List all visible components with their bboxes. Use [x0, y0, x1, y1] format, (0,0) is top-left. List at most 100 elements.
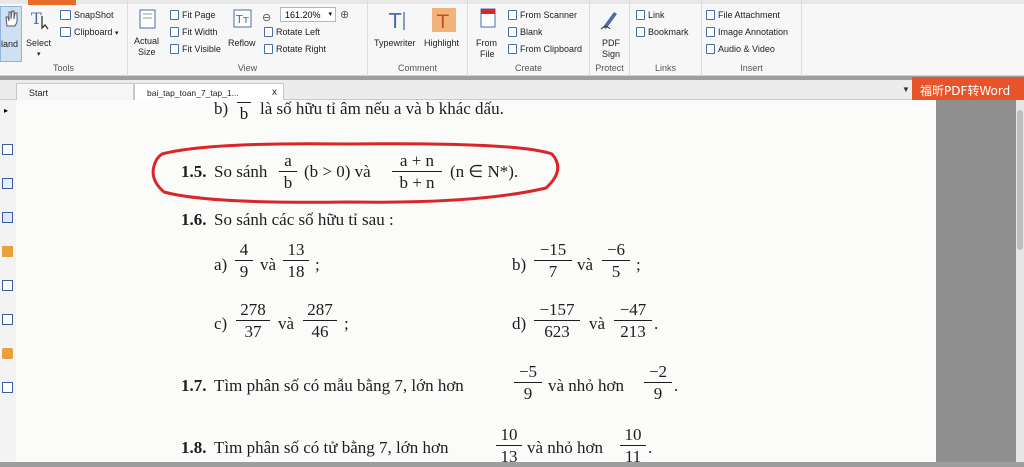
file-attachment-button[interactable]: File Attachment [706, 10, 780, 20]
file-attachment-label: File Attachment [718, 10, 781, 20]
snapshot-label: SnapShot [74, 10, 114, 20]
audio-video-button[interactable]: Audio & Video [706, 44, 775, 54]
comments-icon[interactable] [2, 246, 13, 257]
highlight-label: Highlight [424, 38, 460, 48]
from-scanner-label: From Scanner [520, 10, 578, 20]
actual-size-button[interactable]: Actual Size [132, 6, 162, 62]
link-button[interactable]: Link [636, 10, 665, 20]
layers-icon[interactable] [2, 212, 13, 223]
security-icon[interactable] [2, 348, 13, 359]
chevron-down-icon[interactable]: ▼ [902, 85, 910, 94]
rotate-left-icon [264, 27, 273, 37]
snapshot-button[interactable]: SnapShot [60, 10, 114, 20]
clipboard-button[interactable]: Clipboard ▾ [60, 27, 119, 37]
typewriter-label: Typewriter [374, 38, 416, 48]
pdf-page: b) b là số hữu tỉ âm nếu a và b khác dấu… [16, 99, 936, 466]
fraction-numerator: −2 [644, 362, 672, 383]
chevron-down-icon[interactable]: ▾ [328, 10, 332, 18]
zoom-input[interactable]: 161.20% ▾ [280, 7, 336, 22]
from-file-button[interactable]: From File [472, 6, 502, 62]
typewriter-button[interactable]: T Typewriter [372, 6, 424, 62]
fraction-denominator: 5 [611, 262, 621, 281]
zoom-out-icon[interactable]: ⊖ [262, 8, 271, 26]
fraction-denominator: 9 [523, 384, 533, 403]
exercise-number: 1.8. [181, 438, 207, 457]
body-text: (n ∈ N*). [450, 162, 519, 181]
fraction-denominator: 11 [624, 447, 642, 466]
item-label: d) [512, 314, 527, 333]
bookmarks-icon[interactable] [2, 178, 13, 189]
pdf-sign-button[interactable]: PDF Sign [594, 6, 626, 62]
rotate-left-button[interactable]: Rotate Left [264, 27, 320, 37]
rotate-left-label: Rotate Left [276, 27, 321, 37]
fraction-numerator: 13 [283, 240, 309, 261]
actual-size-label-2: Size [138, 47, 156, 57]
image-annotation-button[interactable]: Image Annotation [706, 27, 788, 37]
rotate-right-label: Rotate Right [276, 44, 327, 54]
fit-page-label: Fit Page [182, 10, 216, 20]
typewriter-icon: T [388, 9, 405, 32]
fraction: −2 9 [644, 362, 672, 404]
from-scanner-button[interactable]: From Scanner [508, 10, 577, 20]
highlight-icon: T [432, 8, 456, 32]
body-text: và nhỏ hơn [548, 376, 625, 395]
fraction: 13 18 [283, 240, 309, 282]
clipboard-icon [508, 44, 517, 54]
protect-group: PDF Sign Protect [590, 0, 630, 76]
from-file-icon [480, 8, 496, 28]
item-label: a) [214, 255, 228, 274]
from-clipboard-button[interactable]: From Clipboard [508, 44, 582, 54]
fit-visible-label: Fit Visible [182, 44, 221, 54]
item-label: b) [512, 255, 527, 274]
fit-page-button[interactable]: Fit Page [170, 10, 216, 20]
punctuation: ; [315, 255, 320, 274]
hand-tool-button[interactable]: land [0, 6, 22, 62]
select-button[interactable]: T Select ▾ [26, 6, 54, 62]
pdf-to-word-banner[interactable]: 福昕PDF转Word [912, 77, 1024, 100]
clipboard-icon [60, 27, 71, 37]
video-icon [706, 44, 715, 54]
reflow-button[interactable]: Tт Reflow [228, 6, 260, 62]
highlight-button[interactable]: T Highlight [424, 6, 464, 62]
fraction-numerator: 4 [235, 240, 253, 261]
comment-group: T Typewriter T Highlight Comment [368, 0, 468, 76]
expand-arrow-icon[interactable]: ▸ [4, 106, 8, 115]
bookmark-button[interactable]: Bookmark [636, 27, 689, 37]
fraction: b [237, 93, 251, 124]
blank-label: Blank [520, 27, 543, 37]
rotate-right-button[interactable]: Rotate Right [264, 44, 326, 54]
fraction: a + nb + n [392, 151, 442, 193]
zoom-value: 161.20% [285, 10, 321, 20]
fraction-denominator: 46 [311, 322, 329, 341]
close-icon[interactable]: x [272, 87, 277, 98]
pdf-sign-label: PDF [602, 38, 620, 48]
pages-icon[interactable] [2, 144, 13, 155]
tab-document[interactable]: bai_tap_toan_7_tap_1... x [134, 83, 284, 100]
fraction: 287 46 [303, 300, 337, 342]
scrollbar-thumb[interactable] [1017, 110, 1023, 250]
fraction-denominator: 13 [500, 447, 518, 466]
protect-group-label: Protect [595, 63, 624, 73]
fit-visible-button[interactable]: Fit Visible [170, 44, 221, 54]
fraction-numerator: −15 [534, 240, 572, 261]
image-annotation-label: Image Annotation [718, 27, 789, 37]
pen-sign-icon [600, 12, 617, 30]
audio-video-label: Audio & Video [718, 44, 775, 54]
fit-width-button[interactable]: Fit Width [170, 27, 218, 37]
fraction-denominator: 9 [239, 262, 249, 281]
tab-start[interactable]: Start [16, 83, 134, 100]
tools-icon[interactable] [2, 382, 13, 393]
signatures-icon[interactable] [2, 314, 13, 325]
rotate-right-icon [264, 44, 273, 54]
attachments-icon[interactable] [2, 280, 13, 291]
punctuation: ; [344, 314, 349, 333]
body-text: Tìm phân số có tử bằng 7, lớn hơn [214, 438, 449, 457]
fraction-numerator: a [279, 151, 297, 172]
zoom-in-icon[interactable]: ⊕ [340, 8, 349, 21]
fraction-numerator: 278 [236, 300, 270, 321]
tools-group: land T Select ▾ SnapShot Clipboard ▾ Too… [0, 0, 128, 76]
reflow-icon: Tт [233, 9, 252, 28]
blank-button[interactable]: Blank [508, 27, 543, 37]
punctuation: . [674, 376, 679, 395]
create-group-label: Create [514, 63, 542, 73]
